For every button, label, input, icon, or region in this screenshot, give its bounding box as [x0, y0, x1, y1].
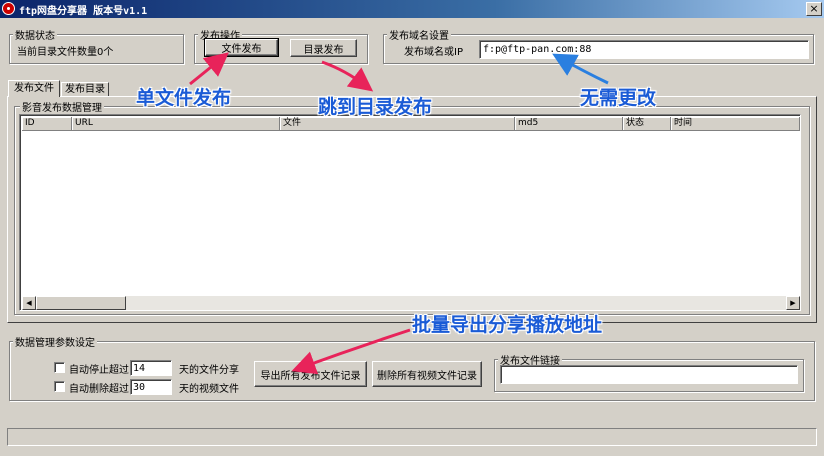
annotation-batch-export: 批量导出分享播放地址 — [412, 314, 603, 336]
tab-publish-file[interactable]: 发布文件 — [8, 80, 60, 97]
annotation-jump-dir: 跳到目录发布 — [318, 96, 433, 118]
annotation-no-change: 无需更改 — [580, 87, 657, 109]
arrow-to-domain — [552, 53, 609, 85]
arrow-to-file-publish — [189, 52, 229, 86]
annotation-single-file: 单文件发布 — [136, 87, 232, 109]
annotation-arrows — [189, 52, 609, 375]
arrow-to-dir-publish — [321, 60, 374, 92]
arrow-to-export — [291, 328, 411, 375]
